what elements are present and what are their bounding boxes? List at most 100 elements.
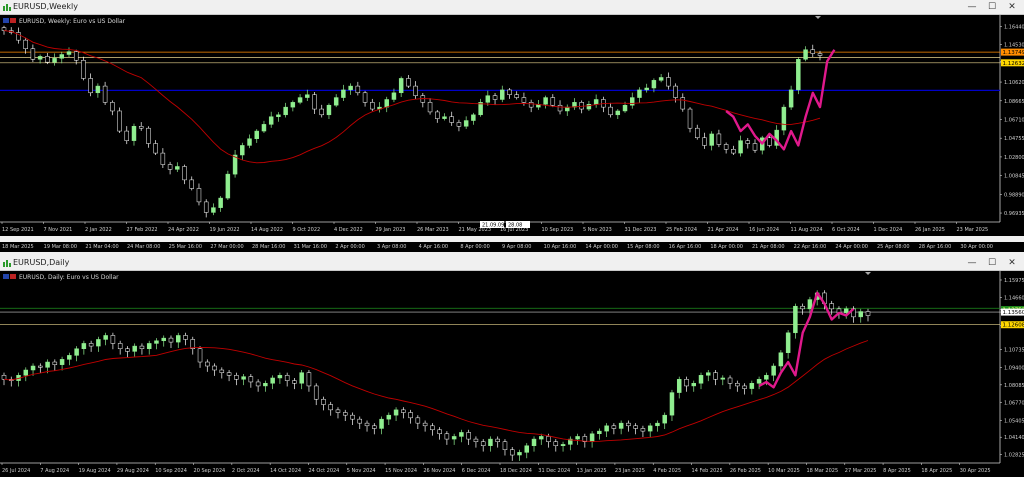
time-axis-label: 1 Dec 2024	[874, 227, 903, 233]
weekly-title-bar[interactable]: EURUSD,Weekly — ☐ ✕	[0, 0, 1024, 15]
price-axis-label: 1.08665	[1004, 99, 1024, 105]
close-button[interactable]: ✕	[1002, 0, 1022, 14]
svg-text:1.12632: 1.12632	[1003, 61, 1024, 67]
price-axis-label: 1.04755	[1004, 136, 1024, 142]
time-axis-label: 5 Nov 2023	[583, 227, 612, 233]
intraday-time-label: 14 Apr 00:00	[585, 244, 618, 250]
svg-text:28.08: 28.08	[508, 223, 522, 229]
time-axis-label: 18 Dec 2024	[500, 468, 532, 474]
intraday-time-label: 9 Apr 08:00	[502, 244, 532, 250]
intraday-time-label: 31 Mar 16:00	[293, 244, 328, 250]
intraday-time-label: 16 Apr 16:00	[668, 244, 702, 250]
price-tag: 1.13560	[1001, 308, 1024, 316]
intraday-time-label: 18 Mar 2025	[2, 244, 34, 250]
time-axis-label: 10 Sep 2023	[542, 227, 574, 233]
time-axis-label: 27 Feb 2022	[127, 227, 158, 233]
price-axis-label: 1.02800	[1004, 155, 1024, 161]
candle[interactable]	[81, 56, 86, 81]
intraday-time-label: 25 Apr 08:00	[877, 244, 910, 250]
daily-title-bar[interactable]: EURUSD,Daily — ☐ ✕	[0, 256, 1024, 271]
time-axis-label: 18 Apr 2025	[921, 468, 952, 474]
intraday-time-label: 28 Apr 16:00	[918, 244, 952, 250]
daily-chart-area[interactable]: EURUSD, Daily: Euro vs US Dollar 1.15975 1…	[0, 271, 1024, 477]
price-axis-label: 1.04140	[1004, 435, 1024, 441]
price-axis-label: 1.05405	[1004, 418, 1024, 424]
price-tag: 1.12608	[1001, 321, 1024, 329]
time-axis-label: 29 Jan 2023	[376, 227, 406, 233]
crosshair-date-label: 21.09.09	[480, 221, 504, 229]
intraday-time-label: 21 Mar 04:00	[85, 244, 119, 250]
time-axis-label: 12 Sep 2021	[2, 227, 34, 233]
weekly-chart-window[interactable]: EURUSD,Weekly — ☐ ✕ EURUSD, Weekly: Euro…	[0, 0, 1024, 236]
time-axis-label: 26 Mar 2023	[417, 227, 449, 233]
daily-chart[interactable]: EURUSD, Daily: Euro vs US Dollar 1.15975 1…	[0, 271, 1024, 477]
intraday-time-label: 15 Apr 08:00	[627, 244, 660, 250]
symbol-label: EURUSD, Daily: Euro vs US Dollar	[19, 274, 119, 281]
intraday-time-label: 10 Apr 16:00	[543, 244, 577, 250]
crosshair-date-label: 28.08	[506, 221, 530, 229]
time-axis-label: 19 Jun 2022	[210, 227, 240, 233]
weekly-chart[interactable]: EURUSD, Weekly: Euro vs US Dollar 1.16440…	[0, 15, 1024, 236]
intraday-time-label: 18 Apr 00:00	[710, 244, 743, 250]
chart-window-icon	[3, 4, 11, 11]
time-axis-label: 14 Feb 2025	[692, 468, 723, 474]
intraday-time-label: 19 Mar 08:00	[43, 244, 78, 250]
price-axis-label: 1.16440	[1004, 24, 1024, 30]
price-axis-label: 1.14660	[1004, 295, 1024, 301]
intraday-time-label: 3 Apr 08:00	[377, 244, 407, 250]
intraday-time-label: 24 Apr 00:00	[835, 244, 868, 250]
candle[interactable]	[225, 170, 231, 200]
time-axis-label: 16 Jun 2024	[749, 227, 779, 233]
time-axis-label: 31 Dec 2024	[538, 468, 570, 474]
close-button[interactable]: ✕	[1002, 256, 1022, 270]
time-axis-label: 13 Jan 2025	[577, 468, 607, 474]
time-axis-label: 5 Nov 2024	[347, 468, 376, 474]
chart-window-icon	[3, 260, 11, 267]
maximize-button[interactable]: ☐	[982, 256, 1002, 270]
time-axis-label: 26 Nov 2024	[423, 468, 455, 474]
time-axis-label: 24 Oct 2024	[308, 468, 339, 474]
daily-chart-window[interactable]: EURUSD,Daily — ☐ ✕ EURUSD, Daily: Euro v…	[0, 256, 1024, 477]
time-axis-label: 9 Oct 2022	[293, 227, 321, 233]
time-axis-label: 10 Mar 2025	[768, 468, 800, 474]
time-axis-label: 21 Apr 2024	[708, 227, 739, 233]
time-axis-label: 4 Dec 2022	[334, 227, 363, 233]
time-axis-label: 24 Apr 2022	[168, 227, 199, 233]
time-axis-label: 27 Mar 2025	[845, 468, 877, 474]
time-axis-label: 26 Jul 2024	[2, 468, 30, 474]
price-axis-label: 1.10620	[1004, 80, 1024, 86]
time-axis-label: 26 Jan 2025	[915, 227, 945, 233]
candle[interactable]	[117, 107, 122, 133]
time-axis-label: 29 Aug 2024	[117, 468, 149, 474]
weekly-chart-area[interactable]: EURUSD, Weekly: Euro vs US Dollar 1.16440…	[0, 15, 1024, 236]
symbol-label: EURUSD, Weekly: Euro vs US Dollar	[19, 18, 126, 25]
svg-text:1.13749: 1.13749	[1003, 50, 1024, 56]
price-axis-label: 0.98890	[1004, 192, 1024, 198]
intraday-time-label: 22 Apr 16:00	[793, 244, 827, 250]
time-axis-label: 10 Sep 2024	[155, 468, 187, 474]
price-tag: 1.12632	[1001, 59, 1024, 67]
intraday-time-label: 30 Apr 00:00	[960, 244, 993, 250]
price-axis-label: 1.06770	[1004, 400, 1024, 406]
candle[interactable]	[796, 57, 801, 95]
price-axis-label: 1.10735	[1004, 348, 1024, 354]
time-axis-label: 25 Feb 2024	[666, 227, 697, 233]
chart-background	[0, 271, 1024, 477]
price-axis-label: 1.15975	[1004, 278, 1024, 284]
minimize-button[interactable]: —	[962, 256, 982, 270]
maximize-button[interactable]: ☐	[982, 0, 1002, 14]
intraday-time-label: 25 Mar 16:00	[168, 244, 203, 250]
intraday-time-label: 21 Apr 08:00	[752, 244, 785, 250]
time-axis-label: 14 Oct 2024	[270, 468, 301, 474]
time-axis-label: 19 Aug 2024	[79, 468, 111, 474]
price-axis-label: 1.02825	[1004, 453, 1024, 459]
price-axis-label: 1.14530	[1004, 43, 1024, 49]
intraday-time-label: 27 Mar 00:00	[210, 244, 244, 250]
time-axis-label: 31 Dec 2023	[625, 227, 657, 233]
time-axis-label: 8 Apr 2025	[883, 468, 911, 474]
time-axis-label: 7 Aug 2024	[40, 468, 69, 474]
minimize-button[interactable]: —	[962, 0, 982, 14]
weekly-window-title: EURUSD,Weekly	[13, 2, 78, 11]
price-axis-label: 1.06710	[1004, 117, 1024, 123]
time-axis-label: 26 Feb 2025	[730, 468, 761, 474]
